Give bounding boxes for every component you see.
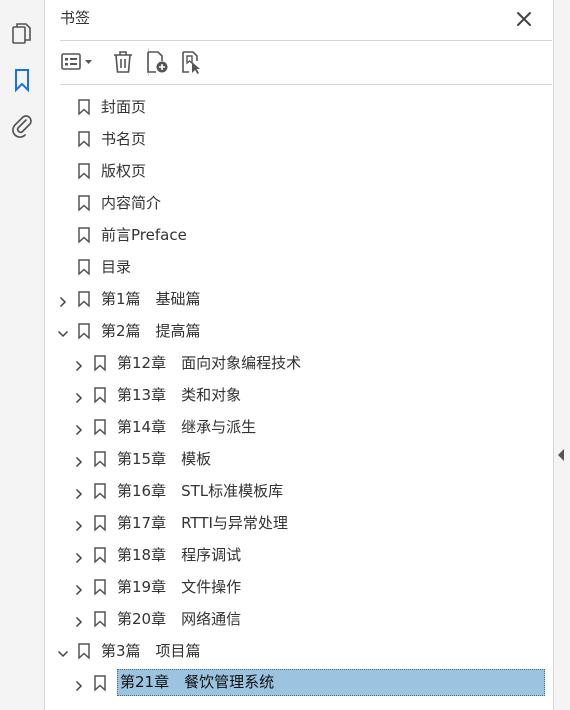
navigation-rail bbox=[0, 0, 45, 710]
bookmark-icon bbox=[94, 387, 106, 404]
bookmark-item[interactable]: 第14章 继承与派生 bbox=[45, 411, 553, 443]
bookmark-label: 第21章 餐饮管理系统 bbox=[117, 669, 545, 696]
bookmark-item[interactable]: 第13章 类和对象 bbox=[45, 379, 553, 411]
bookmark-icon bbox=[94, 515, 106, 532]
bookmark-label: 第15章 模板 bbox=[117, 450, 212, 468]
bookmark-item[interactable]: 第1篇 基础篇 bbox=[45, 283, 553, 315]
bookmark-label: 第17章 RTTI与异常处理 bbox=[117, 514, 288, 532]
bookmark-label: 第3篇 项目篇 bbox=[101, 642, 201, 660]
bookmark-icon bbox=[78, 291, 90, 308]
bookmark-item[interactable]: 第3篇 项目篇 bbox=[45, 635, 553, 667]
bookmark-label: 第20章 网络通信 bbox=[117, 610, 242, 628]
toolbar-bottom-divider bbox=[60, 84, 552, 85]
bookmark-icon bbox=[94, 451, 106, 468]
bookmark-icon bbox=[78, 259, 90, 276]
options-menu-icon[interactable] bbox=[59, 49, 99, 75]
bookmark-item[interactable]: 第17章 RTTI与异常处理 bbox=[45, 507, 553, 539]
bookmark-item[interactable]: 第19章 文件操作 bbox=[45, 571, 553, 603]
bookmark-icon bbox=[94, 547, 106, 564]
bookmark-icon bbox=[78, 643, 90, 660]
bookmark-label: 版权页 bbox=[101, 162, 147, 180]
panel-collapse-icon[interactable] bbox=[558, 449, 564, 461]
bookmark-item[interactable]: 第18章 程序调试 bbox=[45, 539, 553, 571]
bookmark-item[interactable]: 版权页 bbox=[45, 155, 553, 187]
bookmark-item[interactable]: 第2篇 提高篇 bbox=[45, 315, 553, 347]
bookmark-item[interactable]: 封面页 bbox=[45, 91, 553, 123]
bookmark-label: 封面页 bbox=[101, 98, 147, 116]
bookmark-item[interactable]: 目录 bbox=[45, 251, 553, 283]
bookmark-icon bbox=[94, 355, 106, 372]
bookmark-label: 第16章 STL标准模板库 bbox=[117, 482, 284, 500]
chevron-right-icon[interactable] bbox=[73, 485, 85, 500]
bookmark-icon bbox=[78, 323, 90, 340]
chevron-right-icon[interactable] bbox=[73, 389, 85, 404]
bookmark-from-selection-icon[interactable] bbox=[179, 49, 205, 75]
bookmark-item[interactable]: 前言Preface bbox=[45, 219, 553, 251]
bookmark-icon[interactable] bbox=[9, 67, 35, 93]
chevron-right-icon[interactable] bbox=[73, 517, 85, 532]
bookmark-label: 第1篇 基础篇 bbox=[101, 290, 201, 308]
chevron-right-icon[interactable] bbox=[73, 453, 85, 468]
bookmark-item[interactable]: 第12章 面向对象编程技术 bbox=[45, 347, 553, 379]
bookmark-icon bbox=[94, 579, 106, 596]
bookmark-item[interactable]: 第20章 网络通信 bbox=[45, 603, 553, 635]
bookmark-item[interactable]: 第15章 模板 bbox=[45, 443, 553, 475]
chevron-down-icon[interactable] bbox=[57, 645, 69, 658]
bookmark-item[interactable]: 书名页 bbox=[45, 123, 553, 155]
chevron-right-icon[interactable] bbox=[73, 677, 85, 692]
bookmark-label: 前言Preface bbox=[101, 226, 187, 244]
bookmark-icon bbox=[78, 227, 90, 244]
bookmark-item[interactable]: 内容简介 bbox=[45, 187, 553, 219]
pages-icon[interactable] bbox=[9, 21, 35, 47]
chevron-down-icon[interactable] bbox=[57, 325, 69, 338]
panel-title: 书签 bbox=[60, 9, 91, 27]
bookmark-item[interactable]: 第21章 餐饮管理系统 bbox=[45, 667, 553, 699]
bookmark-icon bbox=[94, 483, 106, 500]
header-divider bbox=[60, 40, 552, 41]
bookmark-label: 内容简介 bbox=[101, 194, 162, 212]
bookmarks-panel: 书签 封面页 书名页 版权页 内容简介 前言Preface 目录 第1篇 基础篇… bbox=[45, 0, 553, 710]
bookmark-icon bbox=[94, 419, 106, 436]
close-icon[interactable] bbox=[513, 8, 535, 30]
bookmark-icon bbox=[94, 611, 106, 628]
chevron-right-icon[interactable] bbox=[57, 293, 69, 308]
bookmark-label: 书名页 bbox=[101, 130, 147, 148]
document-edge bbox=[553, 0, 570, 710]
bookmark-icon bbox=[78, 99, 90, 116]
delete-icon[interactable] bbox=[111, 49, 135, 75]
bookmark-label: 第12章 面向对象编程技术 bbox=[117, 354, 302, 372]
bookmark-label: 第13章 类和对象 bbox=[117, 386, 242, 404]
bookmark-label: 第14章 继承与派生 bbox=[117, 418, 257, 436]
bookmark-label: 第19章 文件操作 bbox=[117, 578, 242, 596]
chevron-right-icon[interactable] bbox=[73, 421, 85, 436]
bookmark-icon bbox=[94, 675, 106, 692]
new-bookmark-icon[interactable] bbox=[144, 49, 170, 75]
chevron-right-icon[interactable] bbox=[73, 357, 85, 372]
bookmark-label: 第18章 程序调试 bbox=[117, 546, 242, 564]
bookmark-item[interactable]: 第16章 STL标准模板库 bbox=[45, 475, 553, 507]
chevron-right-icon[interactable] bbox=[73, 613, 85, 628]
bookmark-icon bbox=[78, 195, 90, 212]
chevron-right-icon[interactable] bbox=[73, 549, 85, 564]
attachment-icon[interactable] bbox=[9, 112, 35, 138]
chevron-right-icon[interactable] bbox=[73, 581, 85, 596]
bookmark-icon bbox=[78, 163, 90, 180]
bookmark-label: 目录 bbox=[101, 258, 132, 276]
bookmark-icon bbox=[78, 131, 90, 148]
bookmark-label: 第2篇 提高篇 bbox=[101, 322, 201, 340]
